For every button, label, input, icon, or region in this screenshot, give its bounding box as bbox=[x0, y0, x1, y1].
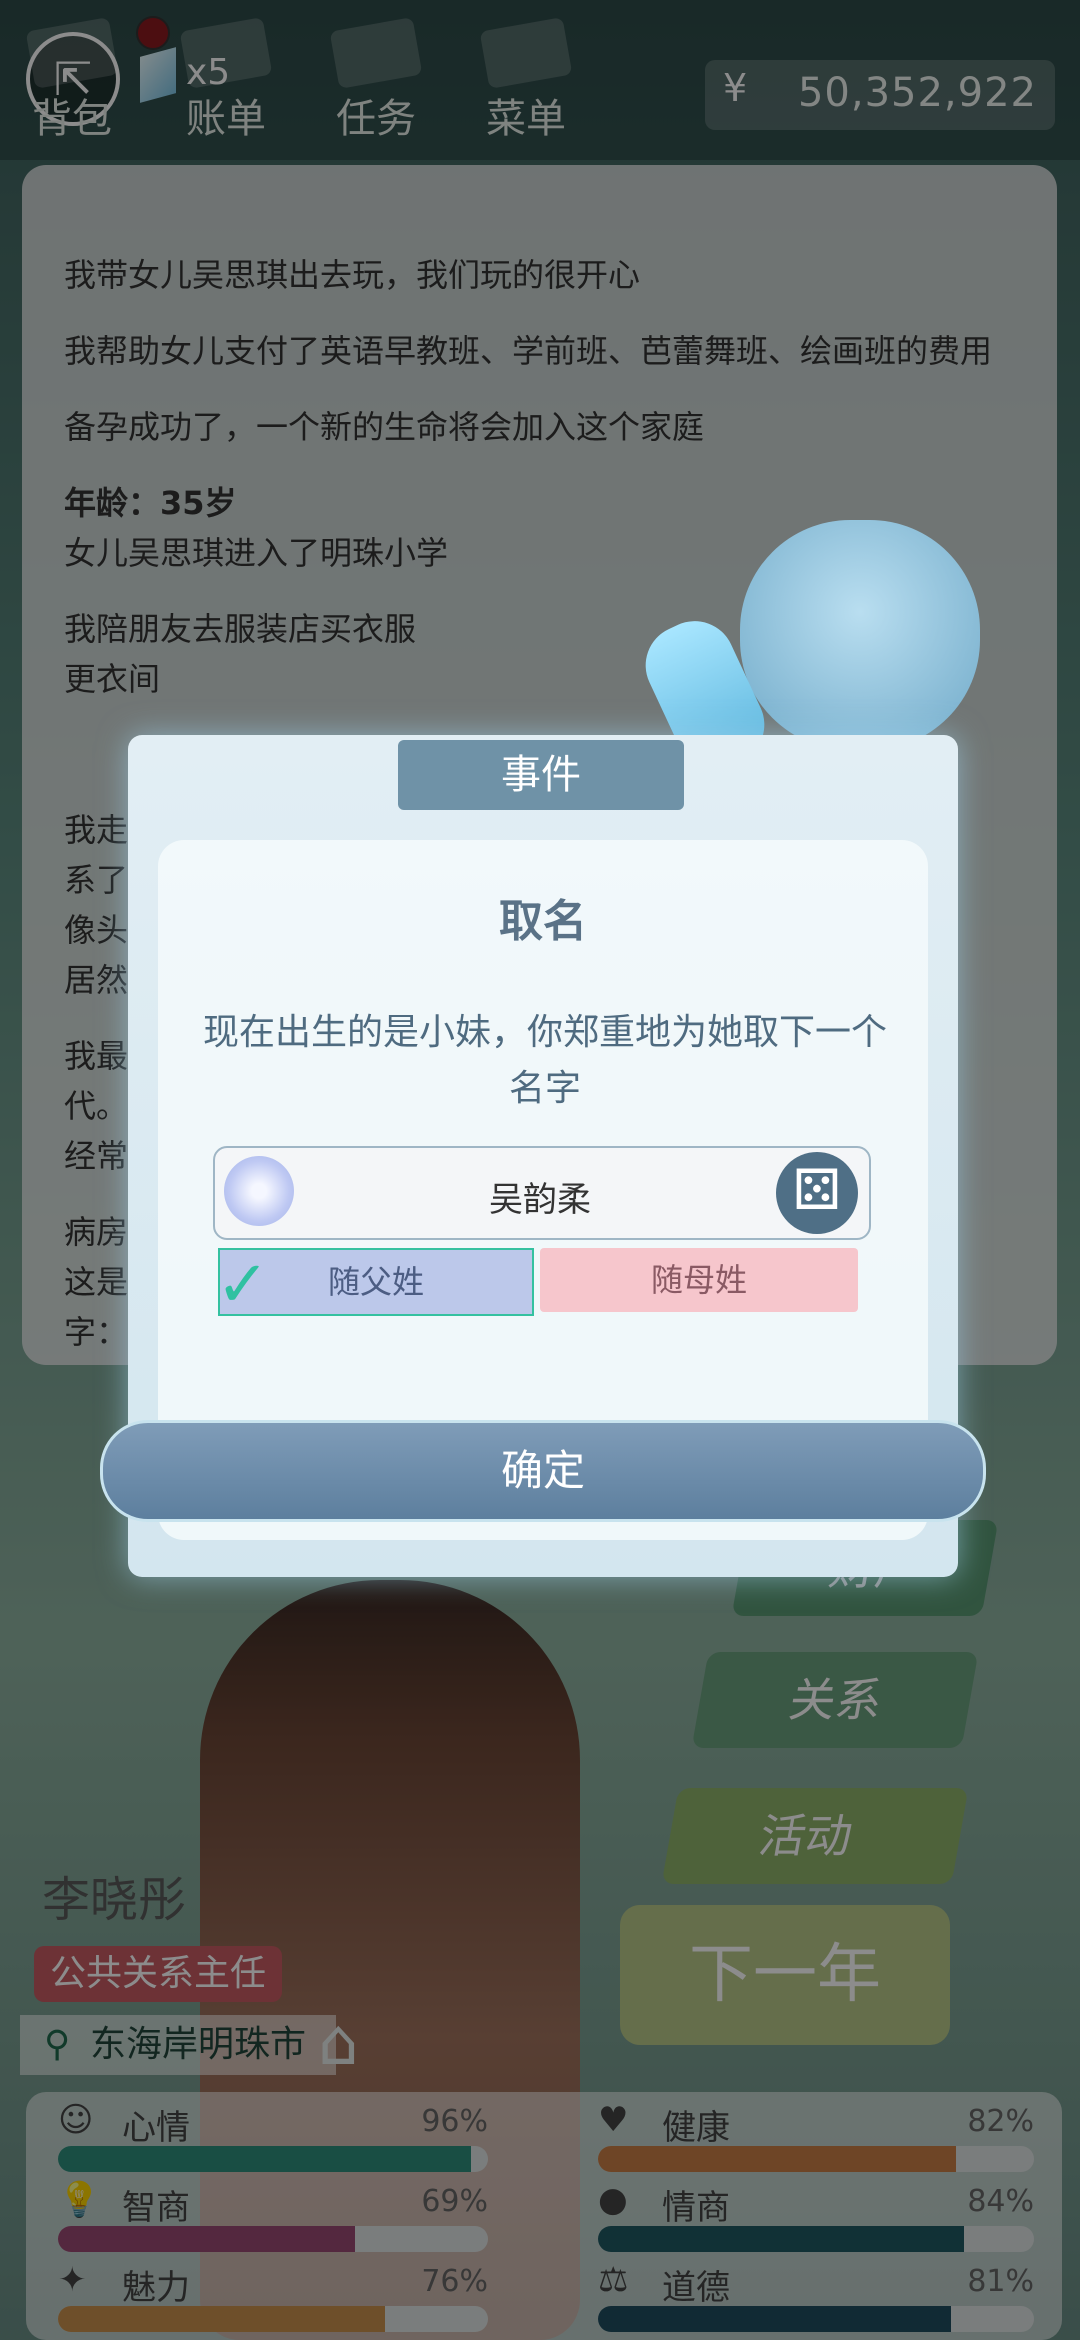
mother-surname-label: 随母姓 bbox=[650, 1261, 747, 1299]
checkmark-icon: ✓ bbox=[216, 1248, 270, 1322]
mother-surname-option[interactable]: 随母姓 bbox=[540, 1248, 858, 1312]
confirm-button[interactable]: 确定 bbox=[100, 1420, 986, 1522]
name-value: 吴韵柔 bbox=[489, 1180, 591, 1220]
flower-icon bbox=[224, 1156, 294, 1226]
random-name-button[interactable]: ⚄ bbox=[776, 1152, 858, 1234]
confirm-label: 确定 bbox=[500, 1446, 585, 1495]
teddy-bear-decoration bbox=[740, 520, 980, 750]
dice-icon: ⚄ bbox=[792, 1158, 842, 1223]
dialog-description: 现在出生的是小妹，你郑重地为她取下一个名字 bbox=[202, 1012, 887, 1109]
dialog-header: 事件 bbox=[398, 740, 684, 810]
dialog-title: 取名 bbox=[499, 896, 587, 947]
father-surname-label: 随父姓 bbox=[327, 1263, 424, 1301]
